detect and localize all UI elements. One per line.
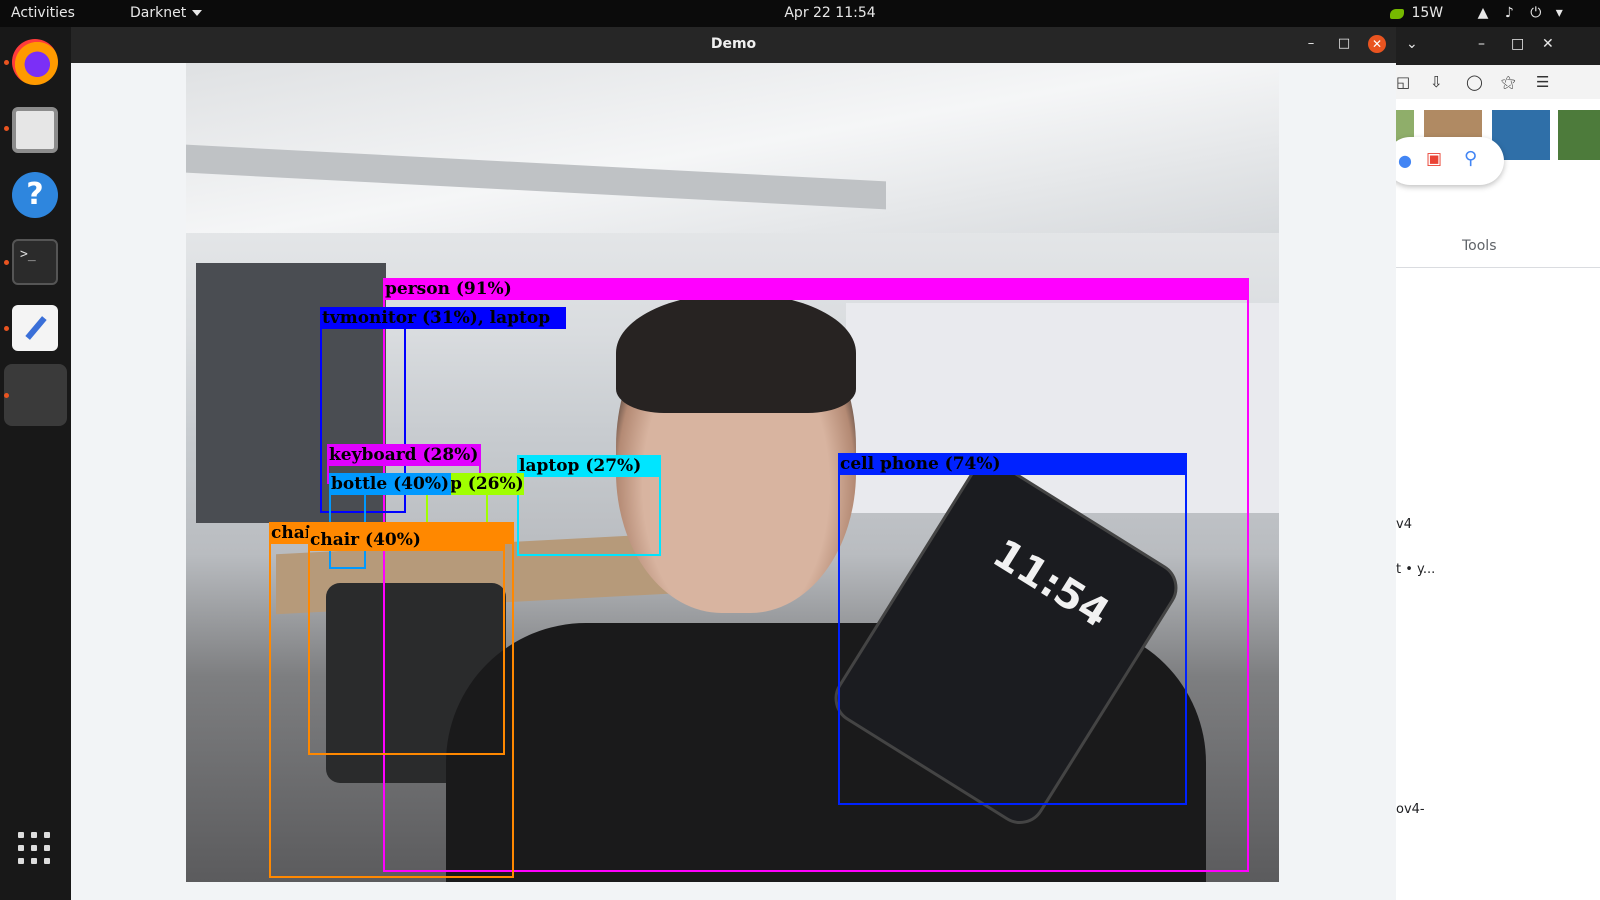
terminal-glyph: >_ [20,247,36,262]
microphone-icon[interactable]: ● [1398,151,1412,170]
running-indicator [4,393,9,398]
volume-icon: ♪ [1504,5,1514,21]
power-draw-label: 15W [1411,5,1444,21]
divider [1396,267,1600,268]
browser-toolbar: ◱ ⇩ ◯ ⚝ ☰ [1396,65,1600,99]
files-icon[interactable] [12,107,58,153]
browser-window: ⌄ – □ ✕ ◱ ⇩ ◯ ⚝ ☰ ● ▣ ⚲ Tools v4 t • y..… [1386,27,1600,900]
search-result-snippet[interactable]: t • y... [1396,562,1435,577]
detection-box-cell-phone [838,453,1187,805]
lens-icon[interactable]: ▣ [1426,149,1442,169]
search-result-snippet[interactable]: ov4- [1396,802,1425,817]
pocket-icon[interactable]: ◱ [1396,73,1410,91]
tray-chevron-down-icon: ▾ [1555,5,1563,21]
detection-label-chair: chair (40%) [308,529,505,551]
detection-label-p: p (26%) [448,473,524,495]
power-icon: ⏻ [1530,5,1542,21]
clock[interactable]: Apr 22 11:54 [780,0,880,27]
browser-titlebar: ⌄ – □ ✕ [1396,27,1600,65]
browser-maximize-button[interactable]: □ [1511,36,1524,52]
search-icon[interactable]: ⚲ [1464,148,1477,169]
close-button[interactable]: ✕ [1368,35,1386,53]
search-result-snippet[interactable]: v4 [1396,517,1412,532]
minimize-button[interactable]: – [1302,35,1320,53]
account-icon[interactable]: ◯ [1466,73,1483,91]
chevron-down-icon [192,10,203,16]
app-menu[interactable]: Darknet [130,0,203,27]
tabs-chevron-down-icon[interactable]: ⌄ [1406,36,1418,52]
maximize-button[interactable]: □ [1335,35,1353,53]
help-icon[interactable]: ? [12,172,58,218]
window-title: Demo [710,36,757,52]
detection-label-laptop: laptop (27%) [517,455,661,477]
terminal-icon[interactable]: >_ [12,239,58,285]
running-indicator [4,326,9,331]
detection-label-cell-phone: cell phone (74%) [838,453,1187,475]
activities-button[interactable]: Activities [11,0,75,27]
image-thumbnail[interactable] [1558,110,1600,160]
running-indicator [4,60,9,65]
running-indicator [4,126,9,131]
browser-close-button[interactable]: ✕ [1542,36,1554,52]
detection-label-person: person (91%) [383,278,1249,300]
nvidia-icon [1390,8,1404,19]
darknet-app-slot[interactable] [4,364,67,426]
detection-label-tvmonitor: tvmonitor (31%), laptop [320,307,566,329]
dock: ? >_ [0,27,71,900]
app-menu-label: Darknet [130,5,187,21]
search-box[interactable]: ● ▣ ⚲ [1386,137,1504,185]
text-editor-icon[interactable] [12,305,58,351]
system-tray[interactable]: 15W ▲ ♪ ⏻ ▾ [1390,0,1595,27]
camera-frame: 11:54 person (91%) tvmonitor (31%), lapt… [186,63,1279,882]
detection-label-keyboard: keyboard (28%) [327,444,481,466]
wifi-icon: ▲ [1477,5,1489,21]
demo-titlebar[interactable]: Demo – □ ✕ [71,27,1396,63]
top-bar: Activities Darknet Apr 22 11:54 15W ▲ ♪ … [0,0,1600,27]
running-indicator [4,260,9,265]
detection-label-bottle: bottle (40%) [329,473,451,495]
menu-icon[interactable]: ☰ [1536,73,1549,91]
detection-box-chair [308,529,505,755]
download-icon[interactable]: ⇩ [1430,73,1443,91]
show-apps-grid-icon[interactable] [18,832,50,864]
browser-minimize-button[interactable]: – [1478,36,1485,52]
ceiling [186,63,1279,233]
tools-tab[interactable]: Tools [1462,238,1497,254]
extensions-icon[interactable]: ⚝ [1501,73,1516,91]
firefox-icon[interactable] [12,39,58,85]
